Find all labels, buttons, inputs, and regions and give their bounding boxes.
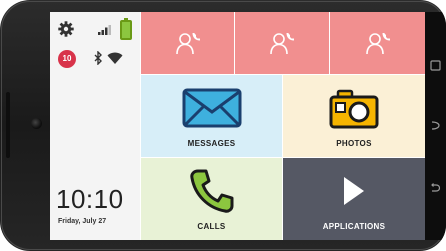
contact-slot-3[interactable] xyxy=(330,12,425,74)
navigation-bar xyxy=(425,12,446,240)
front-camera xyxy=(31,118,42,129)
battery-icon xyxy=(120,18,132,40)
contact-slot-1[interactable] xyxy=(141,12,234,74)
calls-tile[interactable]: CALLS xyxy=(141,158,282,240)
add-contact-icon xyxy=(365,33,390,55)
back-button-icon[interactable] xyxy=(430,182,441,193)
messages-label: MESSAGES xyxy=(187,139,236,148)
recent-apps-icon[interactable] xyxy=(430,60,441,71)
envelope-icon xyxy=(182,88,241,128)
applications-label: APPLICATIONS xyxy=(322,222,386,231)
play-arrow-icon xyxy=(344,177,364,205)
speaker-grille xyxy=(6,92,10,158)
add-contact-icon xyxy=(175,33,200,55)
notification-badge[interactable]: 10 xyxy=(58,50,76,68)
messages-tile[interactable]: MESSAGES xyxy=(141,75,282,157)
applications-tile[interactable]: APPLICATIONS xyxy=(283,158,425,240)
photos-tile[interactable]: PHOTOS xyxy=(283,75,425,157)
settings-gear-icon[interactable] xyxy=(58,21,74,37)
photos-label: PHOTOS xyxy=(336,139,372,148)
wifi-icon xyxy=(107,52,123,64)
home-button-icon[interactable] xyxy=(430,120,441,131)
phone-handset-icon xyxy=(189,169,233,213)
calls-label: CALLS xyxy=(197,222,226,231)
status-panel: 10 10:10 Friday, July 27 xyxy=(50,12,140,240)
signal-strength-icon xyxy=(98,25,111,35)
phone-device: 10 10:10 Friday, July 27 MESSAGES PHOTOS… xyxy=(0,0,446,251)
add-contact-icon xyxy=(270,33,294,55)
clock-date: Friday, July 27 xyxy=(58,218,107,225)
home-screen: 10 10:10 Friday, July 27 MESSAGES PHOTOS… xyxy=(50,12,425,240)
camera-icon xyxy=(329,89,379,129)
bluetooth-icon xyxy=(94,51,102,65)
clock-time: 10:10 xyxy=(56,184,124,214)
contact-slot-2[interactable] xyxy=(235,12,329,74)
